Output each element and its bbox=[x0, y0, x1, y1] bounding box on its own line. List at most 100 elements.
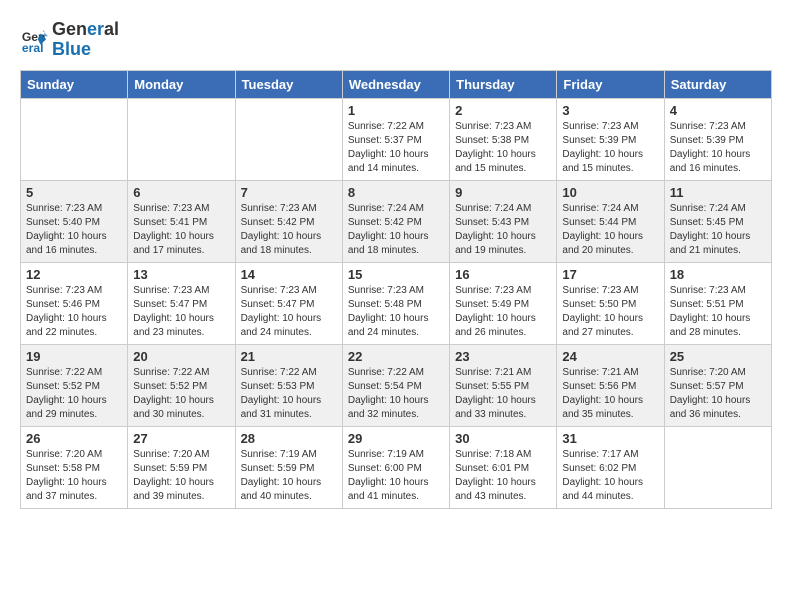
calendar-cell: 29 Sunrise: 7:19 AMSunset: 6:00 PMDayligh… bbox=[342, 426, 449, 508]
day-info: Sunrise: 7:23 AMSunset: 5:40 PMDaylight:… bbox=[26, 202, 122, 258]
day-of-week-header: Sunday bbox=[21, 70, 128, 98]
calendar-cell: 1 Sunrise: 7:22 AMSunset: 5:37 PMDaylight… bbox=[342, 98, 449, 180]
calendar-cell: 7 Sunrise: 7:23 AMSunset: 5:42 PMDaylight… bbox=[235, 180, 342, 262]
calendar-week-row: 26 Sunrise: 7:20 AMSunset: 5:58 PMDayligh… bbox=[21, 426, 772, 508]
calendar-week-row: 12Sunrise: 7:23 AMSunset: 5:46 PMDayligh… bbox=[21, 262, 772, 344]
calendar-cell: 17 Sunrise: 7:23 AMSunset: 5:50 PMDayligh… bbox=[557, 262, 664, 344]
day-info: Sunrise: 7:23 AMSunset: 5:46 PMDaylight:… bbox=[26, 284, 122, 340]
day-info: Sunrise: 7:20 AMSunset: 5:58 PMDaylight:… bbox=[26, 448, 122, 504]
day-of-week-header: Saturday bbox=[664, 70, 771, 98]
day-number: 31 bbox=[562, 431, 658, 446]
day-number: 10 bbox=[562, 185, 658, 200]
calendar-cell: 3Sunrise: 7:23 AMSunset: 5:39 PMDaylight… bbox=[557, 98, 664, 180]
day-number: 1 bbox=[348, 103, 444, 118]
calendar-cell: 26 Sunrise: 7:20 AMSunset: 5:58 PMDayligh… bbox=[21, 426, 128, 508]
day-info: Sunrise: 7:23 AMSunset: 5:41 PMDaylight:… bbox=[133, 202, 229, 258]
calendar-cell: 20Sunrise: 7:22 AMSunset: 5:52 PMDayligh… bbox=[128, 344, 235, 426]
day-info: Sunrise: 7:22 AMSunset: 5:52 PMDaylight:… bbox=[26, 366, 122, 422]
day-number: 27 bbox=[133, 431, 229, 446]
day-number: 30 bbox=[455, 431, 551, 446]
day-number: 29 bbox=[348, 431, 444, 446]
calendar-cell: 18Sunrise: 7:23 AMSunset: 5:51 PMDayligh… bbox=[664, 262, 771, 344]
calendar-cell bbox=[235, 98, 342, 180]
calendar-table: SundayMondayTuesdayWednesdayThursdayFrid… bbox=[20, 70, 772, 509]
day-of-week-header: Wednesday bbox=[342, 70, 449, 98]
calendar-cell: 10 Sunrise: 7:24 AMSunset: 5:44 PMDayligh… bbox=[557, 180, 664, 262]
calendar-cell: 6 Sunrise: 7:23 AMSunset: 5:41 PMDaylight… bbox=[128, 180, 235, 262]
day-number: 6 bbox=[133, 185, 229, 200]
day-number: 4 bbox=[670, 103, 766, 118]
calendar-cell: 8 Sunrise: 7:24 AMSunset: 5:42 PMDaylight… bbox=[342, 180, 449, 262]
day-number: 26 bbox=[26, 431, 122, 446]
day-info: Sunrise: 7:23 AMSunset: 5:48 PMDaylight:… bbox=[348, 284, 444, 340]
day-info: Sunrise: 7:23 AMSunset: 5:51 PMDaylight:… bbox=[670, 284, 766, 340]
day-info: Sunrise: 7:22 AMSunset: 5:53 PMDaylight:… bbox=[241, 366, 337, 422]
day-number: 28 bbox=[241, 431, 337, 446]
day-info: Sunrise: 7:23 AMSunset: 5:39 PMDaylight:… bbox=[562, 120, 658, 176]
logo: Gen eral General Blue bbox=[20, 20, 119, 60]
calendar-cell: 24 Sunrise: 7:21 AMSunset: 5:56 PMDayligh… bbox=[557, 344, 664, 426]
day-info: Sunrise: 7:18 AMSunset: 6:01 PMDaylight:… bbox=[455, 448, 551, 504]
day-info: Sunrise: 7:24 AMSunset: 5:45 PMDaylight:… bbox=[670, 202, 766, 258]
day-info: Sunrise: 7:23 AMSunset: 5:38 PMDaylight:… bbox=[455, 120, 551, 176]
calendar-cell: 27Sunrise: 7:20 AMSunset: 5:59 PMDayligh… bbox=[128, 426, 235, 508]
day-info: Sunrise: 7:23 AMSunset: 5:42 PMDaylight:… bbox=[241, 202, 337, 258]
calendar-cell: 11 Sunrise: 7:24 AMSunset: 5:45 PMDayligh… bbox=[664, 180, 771, 262]
day-number: 22 bbox=[348, 349, 444, 364]
calendar-cell: 19Sunrise: 7:22 AMSunset: 5:52 PMDayligh… bbox=[21, 344, 128, 426]
day-info: Sunrise: 7:23 AMSunset: 5:39 PMDaylight:… bbox=[670, 120, 766, 176]
day-of-week-header: Thursday bbox=[450, 70, 557, 98]
day-number: 7 bbox=[241, 185, 337, 200]
calendar-cell: 5 Sunrise: 7:23 AMSunset: 5:40 PMDaylight… bbox=[21, 180, 128, 262]
calendar-cell: 21 Sunrise: 7:22 AMSunset: 5:53 PMDayligh… bbox=[235, 344, 342, 426]
day-of-week-header: Monday bbox=[128, 70, 235, 98]
day-info: Sunrise: 7:19 AMSunset: 5:59 PMDaylight:… bbox=[241, 448, 337, 504]
day-number: 8 bbox=[348, 185, 444, 200]
day-info: Sunrise: 7:24 AMSunset: 5:42 PMDaylight:… bbox=[348, 202, 444, 258]
day-info: Sunrise: 7:24 AMSunset: 5:44 PMDaylight:… bbox=[562, 202, 658, 258]
day-info: Sunrise: 7:24 AMSunset: 5:43 PMDaylight:… bbox=[455, 202, 551, 258]
day-info: Sunrise: 7:21 AMSunset: 5:55 PMDaylight:… bbox=[455, 366, 551, 422]
calendar-header-row: SundayMondayTuesdayWednesdayThursdayFrid… bbox=[21, 70, 772, 98]
day-info: Sunrise: 7:17 AMSunset: 6:02 PMDaylight:… bbox=[562, 448, 658, 504]
day-number: 2 bbox=[455, 103, 551, 118]
calendar-cell: 15 Sunrise: 7:23 AMSunset: 5:48 PMDayligh… bbox=[342, 262, 449, 344]
calendar-cell: 13Sunrise: 7:23 AMSunset: 5:47 PMDayligh… bbox=[128, 262, 235, 344]
calendar-cell: 12Sunrise: 7:23 AMSunset: 5:46 PMDayligh… bbox=[21, 262, 128, 344]
calendar-cell: 25Sunrise: 7:20 AMSunset: 5:57 PMDayligh… bbox=[664, 344, 771, 426]
day-number: 21 bbox=[241, 349, 337, 364]
day-number: 5 bbox=[26, 185, 122, 200]
calendar-week-row: 19Sunrise: 7:22 AMSunset: 5:52 PMDayligh… bbox=[21, 344, 772, 426]
calendar-cell: 31 Sunrise: 7:17 AMSunset: 6:02 PMDayligh… bbox=[557, 426, 664, 508]
logo-icon: Gen eral bbox=[20, 26, 48, 54]
day-number: 11 bbox=[670, 185, 766, 200]
calendar-week-row: 1 Sunrise: 7:22 AMSunset: 5:37 PMDaylight… bbox=[21, 98, 772, 180]
day-info: Sunrise: 7:21 AMSunset: 5:56 PMDaylight:… bbox=[562, 366, 658, 422]
calendar-cell: 14 Sunrise: 7:23 AMSunset: 5:47 PMDayligh… bbox=[235, 262, 342, 344]
day-info: Sunrise: 7:19 AMSunset: 6:00 PMDaylight:… bbox=[348, 448, 444, 504]
day-info: Sunrise: 7:23 AMSunset: 5:50 PMDaylight:… bbox=[562, 284, 658, 340]
calendar-cell: 22 Sunrise: 7:22 AMSunset: 5:54 PMDayligh… bbox=[342, 344, 449, 426]
day-number: 9 bbox=[455, 185, 551, 200]
day-info: Sunrise: 7:23 AMSunset: 5:47 PMDaylight:… bbox=[241, 284, 337, 340]
day-number: 14 bbox=[241, 267, 337, 282]
day-number: 24 bbox=[562, 349, 658, 364]
calendar-cell: 9 Sunrise: 7:24 AMSunset: 5:43 PMDaylight… bbox=[450, 180, 557, 262]
calendar-week-row: 5 Sunrise: 7:23 AMSunset: 5:40 PMDaylight… bbox=[21, 180, 772, 262]
logo-text: General Blue bbox=[52, 20, 119, 60]
calendar-cell bbox=[664, 426, 771, 508]
day-number: 20 bbox=[133, 349, 229, 364]
calendar-cell: 28 Sunrise: 7:19 AMSunset: 5:59 PMDayligh… bbox=[235, 426, 342, 508]
page-header: Gen eral General Blue bbox=[20, 20, 772, 60]
day-of-week-header: Tuesday bbox=[235, 70, 342, 98]
day-number: 25 bbox=[670, 349, 766, 364]
calendar-cell: 2 Sunrise: 7:23 AMSunset: 5:38 PMDaylight… bbox=[450, 98, 557, 180]
calendar-cell: 4 Sunrise: 7:23 AMSunset: 5:39 PMDaylight… bbox=[664, 98, 771, 180]
day-info: Sunrise: 7:23 AMSunset: 5:49 PMDaylight:… bbox=[455, 284, 551, 340]
day-number: 17 bbox=[562, 267, 658, 282]
day-info: Sunrise: 7:22 AMSunset: 5:54 PMDaylight:… bbox=[348, 366, 444, 422]
day-number: 15 bbox=[348, 267, 444, 282]
day-number: 23 bbox=[455, 349, 551, 364]
calendar-cell bbox=[21, 98, 128, 180]
day-info: Sunrise: 7:22 AMSunset: 5:37 PMDaylight:… bbox=[348, 120, 444, 176]
